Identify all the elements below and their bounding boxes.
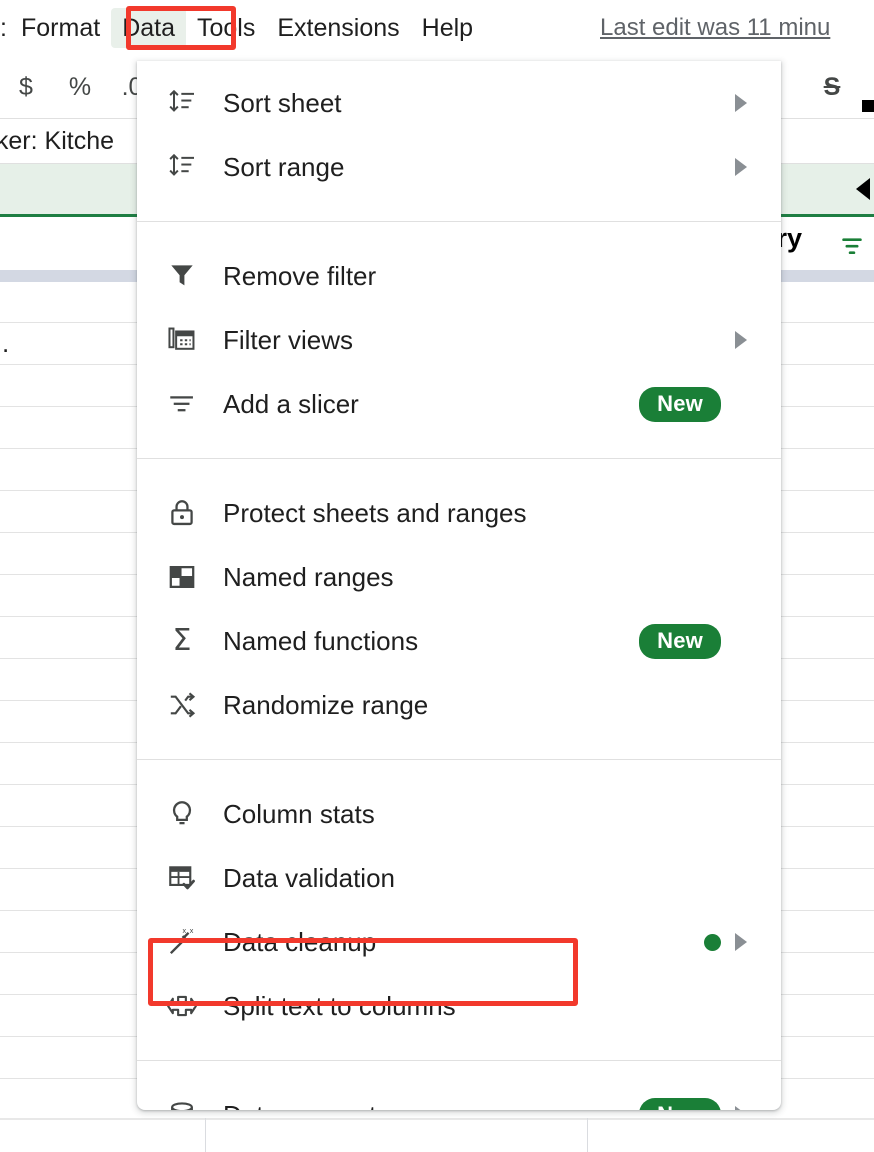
menu-item-accessories: New xyxy=(639,1098,763,1111)
menu-item-label: Sort range xyxy=(223,152,735,183)
menu-item-add-a-slicer[interactable]: Add a slicerNew xyxy=(137,372,781,436)
collapse-triangle-icon[interactable] xyxy=(856,178,870,200)
svg-text:x: x xyxy=(183,926,187,935)
menu-item-label: Column stats xyxy=(223,799,735,830)
menu-group-2: Protect sheets and ranges Named ranges Σ Na… xyxy=(137,471,781,747)
submenu-arrow-icon[interactable] xyxy=(735,933,747,951)
menu-item-label: Data connectors xyxy=(223,1100,639,1111)
submenu-arrow-icon[interactable] xyxy=(735,158,747,176)
menu-item-label: Add a slicer xyxy=(223,389,639,420)
sigma-icon: Σ xyxy=(165,624,199,658)
menu-item-data-validation[interactable]: Data validation xyxy=(137,846,781,910)
toolbar-corner-marker xyxy=(862,100,874,112)
menu-item-remove-filter[interactable]: Remove filter xyxy=(137,244,781,308)
menu-item-label: Named functions xyxy=(223,626,639,657)
menu-item-label: Remove filter xyxy=(223,261,735,292)
menu-item-label: Data validation xyxy=(223,863,735,894)
menu-separator xyxy=(137,759,781,760)
lock-icon xyxy=(165,496,199,530)
shuffle-icon xyxy=(165,688,199,722)
menu-item-extensions[interactable]: Extensions xyxy=(266,8,410,48)
menu-item-protect-sheets-and-ranges[interactable]: Protect sheets and ranges xyxy=(137,481,781,545)
slicer-icon xyxy=(165,387,199,421)
highlight-box-data-menu xyxy=(126,6,236,50)
menu-item-format[interactable]: Format xyxy=(10,8,111,48)
menu-item-help[interactable]: Help xyxy=(411,8,484,48)
submenu-arrow-icon[interactable] xyxy=(735,94,747,112)
menu-item-column-stats[interactable]: Column stats xyxy=(137,782,781,846)
submenu-arrow-icon[interactable] xyxy=(735,331,747,349)
currency-format-button[interactable]: $ xyxy=(8,56,44,118)
menu-item-sort-range[interactable]: Sort range xyxy=(137,135,781,199)
new-badge: New xyxy=(639,624,721,659)
svg-text:x: x xyxy=(190,926,194,935)
sort-icon xyxy=(165,150,199,184)
data-validation-icon xyxy=(165,861,199,895)
menu-item-label: Randomize range xyxy=(223,690,735,721)
menu-item-accessories xyxy=(735,94,763,112)
cell-text: oker: Kitche xyxy=(0,127,114,156)
menu-item-randomize-range[interactable]: Randomize range xyxy=(137,673,781,737)
last-edit-status[interactable]: Last edit was 11 minu xyxy=(600,8,874,48)
strikethrough-button[interactable]: S xyxy=(812,56,852,118)
menu-separator xyxy=(137,1060,781,1061)
menu-item-named-functions[interactable]: Σ Named functionsNew xyxy=(137,609,781,673)
stray-cell-mark: . xyxy=(2,330,9,356)
new-feature-dot-icon xyxy=(704,934,721,951)
sort-icon xyxy=(165,86,199,120)
menu-group-0: Sort sheet Sort range xyxy=(137,61,781,209)
menu-item-accessories xyxy=(704,933,763,951)
menu-item-label: Sort sheet xyxy=(223,88,735,119)
menu-item-accessories: New xyxy=(639,624,763,659)
menu-item-data-connectors[interactable]: Data connectorsNew xyxy=(137,1083,781,1110)
submenu-arrow-icon[interactable] xyxy=(735,1106,747,1110)
menu-group-4: Data connectorsNew xyxy=(137,1073,781,1110)
menu-item-filter-views[interactable]: Filter views xyxy=(137,308,781,372)
menu-item-accessories xyxy=(735,158,763,176)
percent-format-button[interactable]: % xyxy=(62,56,98,118)
menu-item-label: Protect sheets and ranges xyxy=(223,498,735,529)
filter-views-icon xyxy=(165,323,199,357)
highlight-box-split-text xyxy=(148,938,578,1006)
menu-item-accessories: New xyxy=(639,387,763,422)
filter-icon xyxy=(165,259,199,293)
menu-group-3: Column statsData validationxxxData clean… xyxy=(137,772,781,1048)
named-ranges-icon xyxy=(165,560,199,594)
filter-icon[interactable] xyxy=(836,233,868,264)
menu-item-label: Named ranges xyxy=(223,562,735,593)
menu-item-named-ranges[interactable]: Named ranges xyxy=(137,545,781,609)
menu-item-label: Filter views xyxy=(223,325,735,356)
menu-item-sort-sheet[interactable]: Sort sheet xyxy=(137,71,781,135)
lightbulb-icon xyxy=(165,797,199,831)
new-badge: New xyxy=(639,387,721,422)
menu-item-clipped: : xyxy=(0,8,10,48)
new-badge: New xyxy=(639,1098,721,1111)
menu-item-accessories xyxy=(735,331,763,349)
database-icon xyxy=(165,1098,199,1110)
menu-separator xyxy=(137,221,781,222)
menu-separator xyxy=(137,458,781,459)
menu-group-1: Remove filter Filter views Add a slicerNew xyxy=(137,234,781,446)
